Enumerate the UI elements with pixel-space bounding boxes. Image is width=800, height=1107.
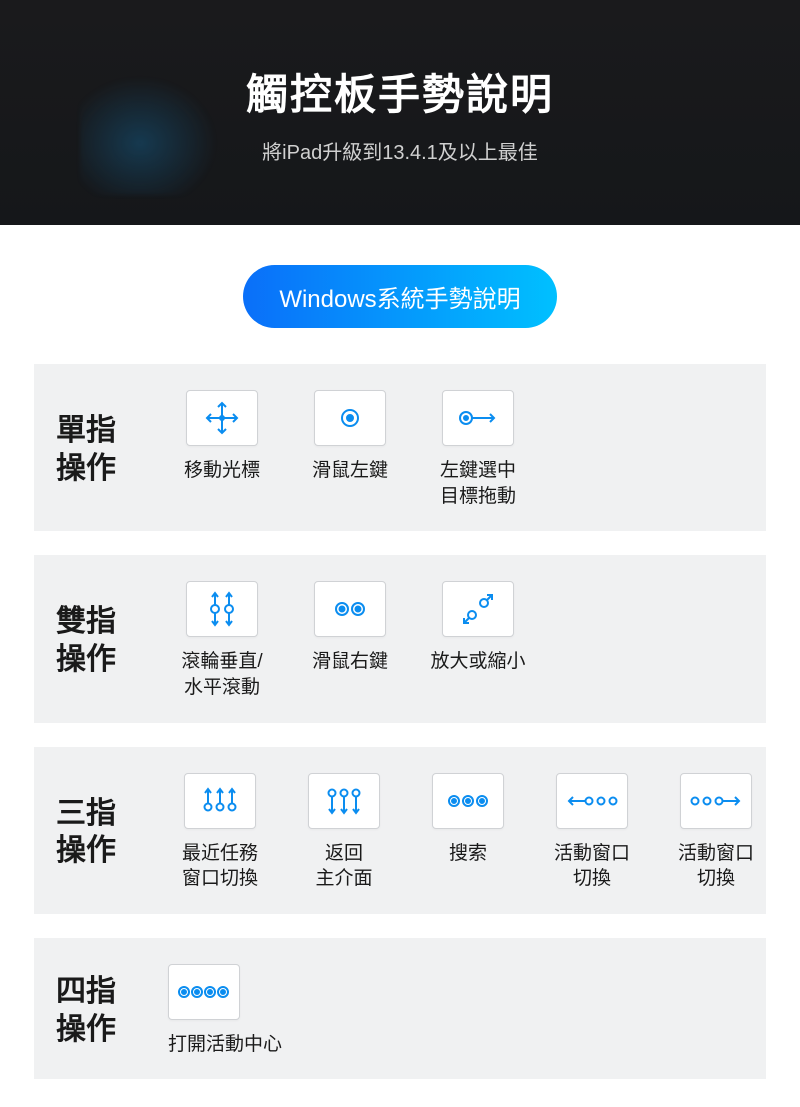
section-three-finger: 三指操作 最近任務窗口切換	[34, 747, 766, 914]
gesture-label: 左鍵選中目標拖動	[440, 458, 516, 509]
right-click-icon	[314, 581, 386, 637]
home-icon	[308, 773, 380, 829]
gesture-right-click: 滑鼠右鍵	[296, 581, 404, 675]
gesture-left-click: 滑鼠左鍵	[296, 390, 404, 484]
gesture-label: 滑鼠左鍵	[312, 458, 388, 484]
gesture-scroll: 滾輪垂直/水平滾動	[168, 581, 276, 700]
left-click-icon	[314, 390, 386, 446]
gesture-recent-tasks: 最近任務窗口切換	[168, 773, 272, 892]
section-four-finger: 四指操作 打開活動中心	[34, 938, 766, 1080]
page-header: 觸控板手勢說明 將iPad升級到13.4.1及以上最佳	[0, 0, 800, 225]
gesture-label: 滑鼠右鍵	[312, 649, 388, 675]
system-badge: Windows系統手勢說明	[243, 265, 556, 328]
window-switch-left-icon	[556, 773, 628, 829]
gesture-drag: 左鍵選中目標拖動	[424, 390, 532, 509]
gesture-label: 打開活動中心	[168, 1032, 282, 1058]
gesture-label: 活動窗口切換	[678, 841, 754, 892]
gesture-home: 返回主介面	[292, 773, 396, 892]
gesture-label: 活動窗口切換	[554, 841, 630, 892]
section-title: 單指操作	[56, 412, 156, 487]
gesture-action-center: 打開活動中心	[168, 964, 282, 1058]
content: 單指操作 移動光標 滑鼠左	[0, 364, 800, 1079]
gesture-label: 搜索	[449, 841, 487, 867]
section-title: 四指操作	[56, 973, 156, 1048]
gesture-window-switch-right: 活動窗口切換	[664, 773, 768, 892]
zoom-icon	[442, 581, 514, 637]
page-subtitle: 將iPad升級到13.4.1及以上最佳	[262, 136, 538, 165]
gesture-label: 放大或縮小	[430, 649, 525, 675]
section-one-finger: 單指操作 移動光標 滑鼠左	[34, 364, 766, 531]
gesture-search: 搜索	[416, 773, 520, 867]
search-icon	[432, 773, 504, 829]
gesture-label: 最近任務窗口切換	[182, 841, 258, 892]
gesture-label: 移動光標	[184, 458, 260, 484]
recent-tasks-icon	[184, 773, 256, 829]
move-cursor-icon	[186, 390, 258, 446]
page-title: 觸控板手勢說明	[246, 61, 554, 122]
scroll-icon	[186, 581, 258, 637]
action-center-icon	[168, 964, 240, 1020]
gesture-list: 最近任務窗口切換 返回主介面	[168, 773, 768, 892]
gesture-list: 移動光標 滑鼠左鍵 左鍵選中目標拖動	[168, 390, 748, 509]
section-two-finger: 雙指操作 滾輪垂直/水平滾動	[34, 555, 766, 722]
gesture-zoom: 放大或縮小	[424, 581, 532, 675]
window-switch-right-icon	[680, 773, 752, 829]
badge-container: Windows系統手勢說明	[0, 265, 800, 328]
gesture-list: 滾輪垂直/水平滾動 滑鼠右鍵	[168, 581, 748, 700]
gesture-move-cursor: 移動光標	[168, 390, 276, 484]
section-title: 三指操作	[56, 795, 156, 870]
section-title: 雙指操作	[56, 603, 156, 678]
gesture-list: 打開活動中心	[168, 964, 748, 1058]
gesture-window-switch-left: 活動窗口切換	[540, 773, 644, 892]
gesture-label: 滾輪垂直/水平滾動	[181, 649, 262, 700]
gesture-label: 返回主介面	[315, 841, 372, 892]
drag-icon	[442, 390, 514, 446]
